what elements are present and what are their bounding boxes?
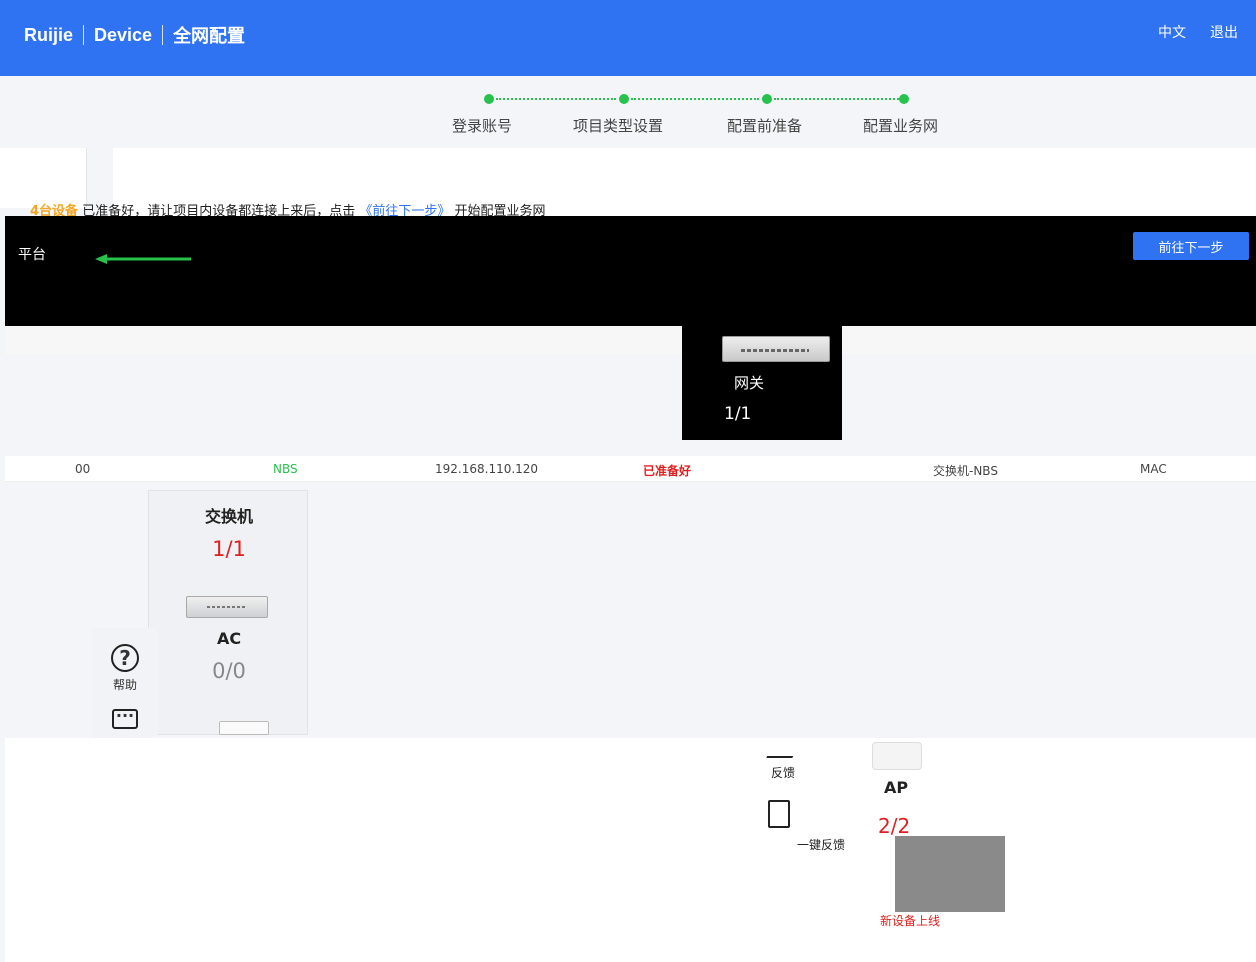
topology-platform-label: 平台 [18, 247, 46, 263]
step-connector-2 [631, 98, 759, 100]
step-dot-3 [762, 94, 772, 104]
device-name-ac: AC [216, 629, 242, 648]
feedback-button[interactable]: 反馈 [758, 742, 808, 794]
cell-status: 已准备好 [643, 464, 692, 478]
left-panel [0, 148, 87, 208]
switch-icon [186, 596, 268, 618]
step-dot-4 [899, 94, 909, 104]
step-label-business-net: 配置业务网 [863, 117, 939, 135]
step-label-project-type: 项目类型设置 [573, 117, 664, 135]
device-type-panel: 交换机 1/1 AC 0/0 [148, 490, 308, 735]
device-count-ac: 0/0 [212, 659, 246, 683]
brand: Ruijie Device 全网配置 [24, 22, 245, 48]
ap-device-icon [872, 742, 922, 770]
brand-divider [83, 25, 85, 45]
more-icon[interactable]: ··· [112, 708, 138, 729]
device-count-switch: 1/1 [212, 537, 246, 561]
table-row[interactable]: 00 NBS 192.168.110.120 已准备好 交换机-NBS MAC [5, 456, 1256, 482]
ac-icon [219, 721, 269, 735]
new-device-online-link[interactable]: 新设备上线 [880, 912, 940, 929]
language-switch[interactable]: 中文 [1158, 22, 1186, 42]
cell-model: NBS [273, 462, 298, 476]
step-label-prepare: 配置前准备 [727, 117, 803, 135]
lower-content [5, 738, 1256, 962]
step-dot-1 [484, 94, 494, 104]
edit-icon [766, 742, 800, 758]
brand-divider-2 [162, 25, 164, 45]
cell-mac: MAC [1140, 462, 1167, 476]
cell-type: 交换机-NBS [933, 464, 998, 478]
help-label: 帮助 [112, 678, 137, 692]
step-dot-2 [619, 94, 629, 104]
cell-sn: 00 [75, 462, 91, 476]
top-actions: 中文 退出 [1158, 22, 1238, 42]
gateway-device-image [722, 336, 830, 362]
product-name: Device [94, 24, 153, 45]
image-placeholder [895, 836, 1005, 912]
help-icon[interactable]: ? [111, 644, 139, 672]
logout-button[interactable]: 退出 [1210, 22, 1238, 42]
onekey-feedback-label[interactable]: 一键反馈 [797, 836, 845, 853]
device-name-switch: 交换机 [204, 507, 253, 526]
help-float-panel: ? 帮助 ··· [92, 628, 158, 738]
progress-stepper: 登录账号 项目类型设置 配置前准备 配置业务网 [0, 76, 1256, 150]
step-connector-3 [774, 98, 899, 100]
brand-logo: Ruijie [24, 24, 74, 45]
step-label-login: 登录账号 [452, 117, 513, 135]
cell-ip: 192.168.110.120 [435, 462, 539, 476]
device-table-header [5, 326, 1256, 354]
gateway-label: 网关 [734, 374, 765, 392]
stepper-track [484, 94, 909, 104]
step-connector-1 [496, 98, 616, 100]
device-count-ap: 2/2 [878, 814, 911, 838]
gateway-count: 1/1 [724, 404, 752, 424]
topology-canvas [5, 216, 1256, 326]
feedback-label: 反馈 [770, 766, 795, 780]
top-header: Ruijie Device 全网配置 中文 退出 [0, 0, 1256, 76]
device-name-ap: AP [884, 778, 909, 797]
arrow-left-icon [95, 254, 191, 264]
page-title: 全网配置 [173, 26, 246, 46]
next-step-button[interactable]: 前往下一步 [1133, 232, 1249, 260]
clipboard-icon[interactable] [768, 800, 790, 828]
